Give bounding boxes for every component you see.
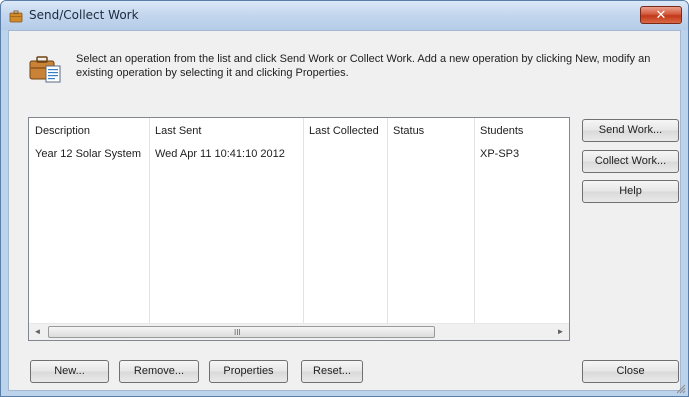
column-header-description[interactable]: Description: [29, 118, 90, 144]
close-button[interactable]: Close: [582, 360, 679, 383]
table-row[interactable]: Year 12 Solar System Wed Apr 11 10:41:10…: [29, 144, 569, 164]
briefcase-document-icon: [29, 56, 61, 83]
briefcase-icon: [9, 10, 23, 23]
scroll-left-icon[interactable]: ◄: [29, 324, 46, 340]
new-button[interactable]: New...: [30, 360, 109, 383]
remove-button[interactable]: Remove...: [119, 360, 199, 383]
help-button[interactable]: Help: [582, 180, 679, 203]
cell-students: XP-SP3: [480, 148, 520, 160]
collect-work-button[interactable]: Collect Work...: [582, 150, 679, 173]
properties-button[interactable]: Properties: [209, 360, 288, 383]
column-header-last-collected[interactable]: Last Collected: [303, 118, 379, 144]
close-window-button[interactable]: ✕: [640, 6, 682, 24]
scrollbar-thumb[interactable]: III: [48, 326, 435, 338]
send-work-button[interactable]: Send Work...: [582, 119, 679, 142]
send-collect-window: Send/Collect Work ✕ Select an operation …: [0, 0, 689, 397]
window-title: Send/Collect Work: [29, 8, 139, 22]
column-header-status[interactable]: Status: [387, 118, 424, 144]
title-bar[interactable]: Send/Collect Work ✕: [1, 1, 688, 30]
reset-button[interactable]: Reset...: [301, 360, 363, 383]
resize-grip-icon[interactable]: [674, 382, 686, 394]
instructions-text: Select an operation from the list and cl…: [76, 53, 651, 79]
cell-last-sent: Wed Apr 11 10:41:10 2012: [155, 148, 285, 160]
cell-description: Year 12 Solar System: [35, 148, 141, 160]
scroll-right-icon[interactable]: ►: [552, 324, 569, 340]
scrollbar-grip: III: [234, 328, 241, 337]
column-header-last-sent[interactable]: Last Sent: [149, 118, 201, 144]
column-header-students[interactable]: Students: [474, 118, 523, 144]
horizontal-scrollbar[interactable]: ◄ III ►: [29, 323, 569, 340]
operations-list[interactable]: Description Last Sent Last Collected Sta…: [28, 117, 570, 341]
